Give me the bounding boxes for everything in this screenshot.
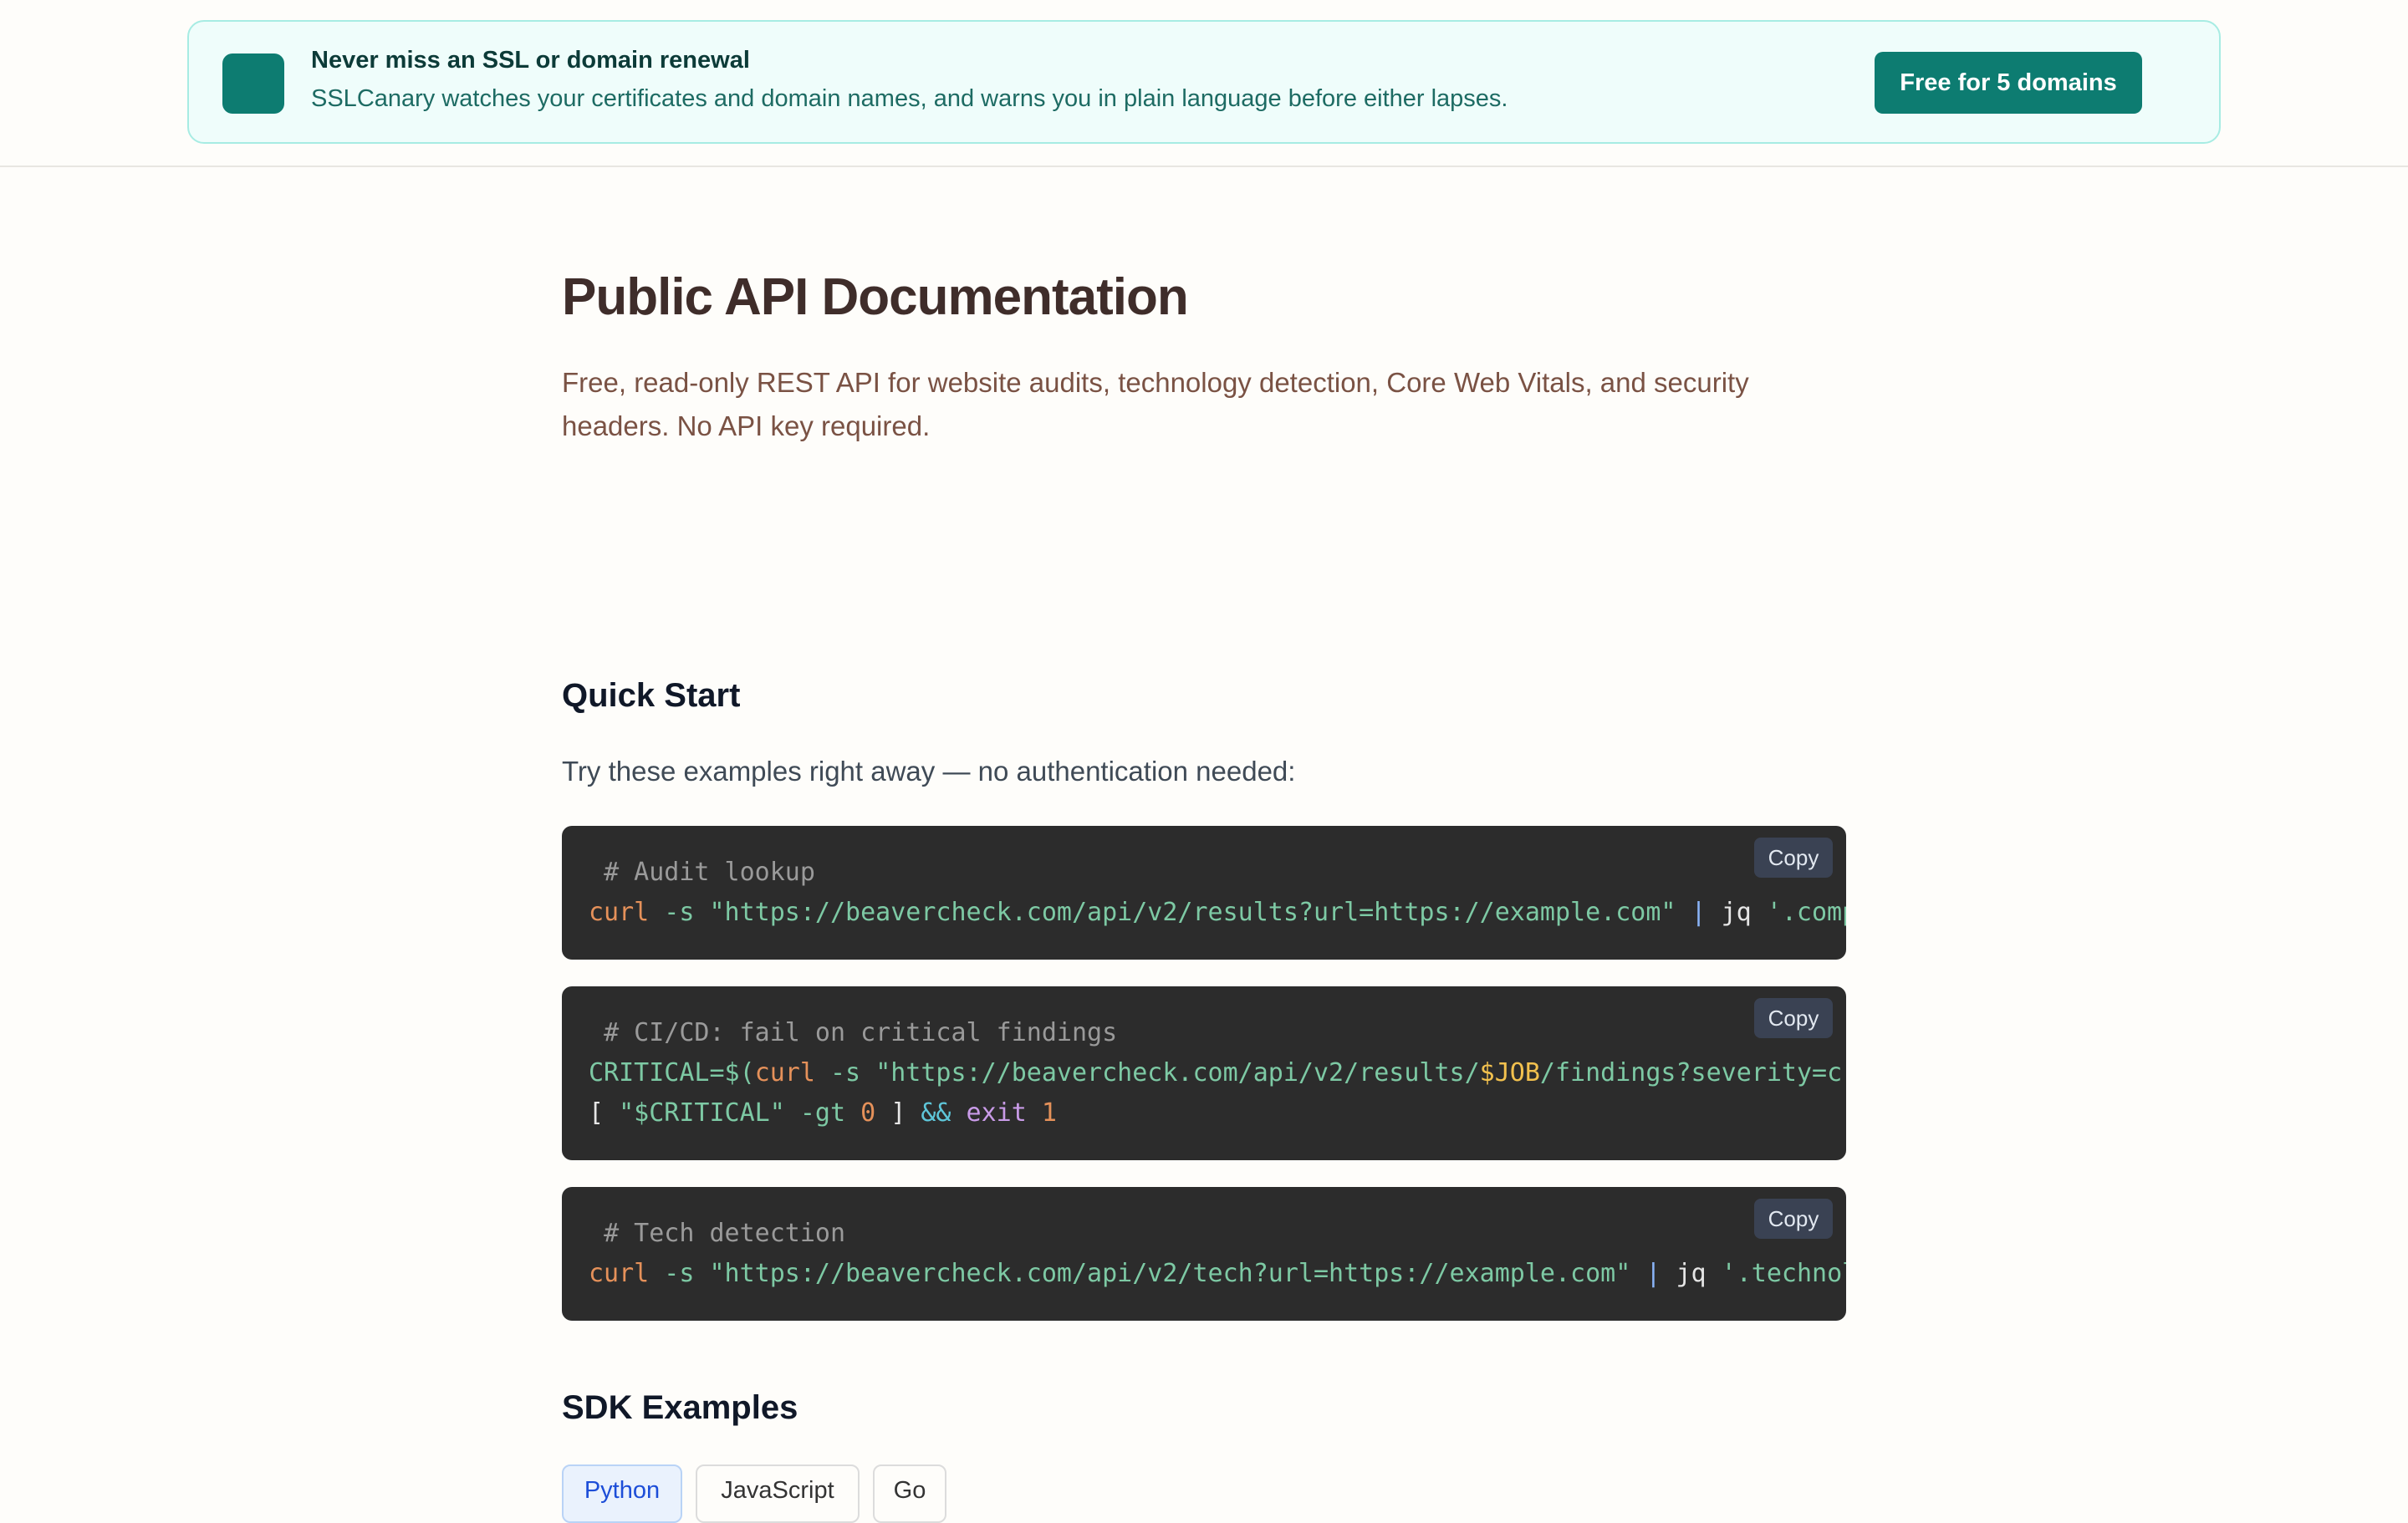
tab-go[interactable]: Go <box>873 1464 946 1523</box>
page-intro: Free, read-only REST API for website aud… <box>562 367 1749 441</box>
code-block-audit-lookup: # Audit lookup curl -s "https://beaverch… <box>562 826 1846 960</box>
top-banner-strip: Never miss an SSL or domain renewal SSLC… <box>0 0 2408 167</box>
tab-javascript[interactable]: JavaScript <box>696 1464 860 1523</box>
copy-button-tech-detection[interactable]: Copy <box>1754 1199 1833 1239</box>
code-block-tech-detection: # Tech detection curl -s "https://beaver… <box>562 1187 1846 1321</box>
promo-banner[interactable]: Never miss an SSL or domain renewal SSLC… <box>187 20 2221 144</box>
code-audit-lookup: # Audit lookup curl -s "https://beaverch… <box>589 858 1846 927</box>
quick-start-intro: Try these examples right away — no authe… <box>562 756 1296 787</box>
code-tech-detection: # Tech detection curl -s "https://beaver… <box>589 1219 1846 1288</box>
promo-title: Never miss an SSL or domain renewal <box>311 47 750 74</box>
code-ci-cd: # CI/CD: fail on critical findings CRITI… <box>589 1018 1846 1128</box>
promo-description: SSLCanary watches your certificates and … <box>311 85 1508 112</box>
promo-cta-button[interactable]: Free for 5 domains <box>1875 52 2142 114</box>
page-title: Public API Documentation <box>562 268 1189 326</box>
quick-start-heading: Quick Start <box>562 677 741 714</box>
sdk-examples-heading: SDK Examples <box>562 1389 798 1426</box>
copy-button-audit-lookup[interactable]: Copy <box>1754 838 1833 878</box>
code-block-ci-cd: # CI/CD: fail on critical findings CRITI… <box>562 986 1846 1160</box>
copy-button-ci-cd[interactable]: Copy <box>1754 998 1833 1038</box>
tab-python[interactable]: Python <box>562 1464 682 1523</box>
sslcanary-logo-icon <box>222 53 284 114</box>
